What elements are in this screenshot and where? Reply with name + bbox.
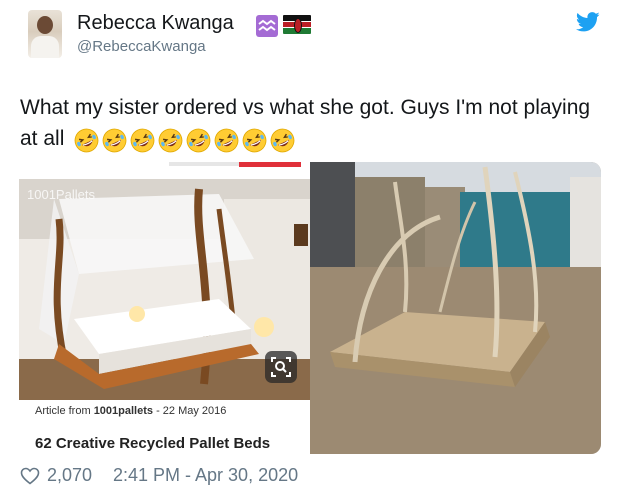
rofl-emoji-icon [74, 128, 99, 153]
like-count[interactable]: 2,070 [47, 465, 92, 486]
received-bed-photo[interactable] [310, 162, 601, 454]
aquarius-icon [256, 15, 278, 37]
tweet-media: 1001Pallets Article from 1001pallets - 2… [19, 162, 601, 458]
article-source: 1001pallets [93, 405, 154, 417]
article-source-line: Article from 1001pallets - 22 May 2016 [35, 405, 226, 417]
rofl-emoji-icon [214, 128, 239, 153]
kenya-flag-icon [283, 15, 311, 34]
tweet-header: Rebecca Kwanga @RebeccaKwanga [0, 0, 618, 80]
rofl-emoji-icon [102, 128, 127, 153]
rofl-emoji-icon [270, 128, 295, 153]
visual-search-button[interactable] [265, 351, 297, 383]
article-title[interactable]: 62 Creative Recycled Pallet Beds [35, 435, 270, 452]
heart-icon[interactable] [20, 467, 40, 485]
rofl-emoji-icon [158, 128, 183, 153]
tweet-timestamp[interactable]: 2:41 PM - Apr 30, 2020 [113, 465, 298, 486]
author-handle[interactable]: @RebeccaKwanga [77, 38, 206, 55]
twitter-bird-icon[interactable] [576, 12, 600, 32]
tweet-text: What my sister ordered vs what she got. … [20, 92, 610, 155]
emoji-row [74, 124, 298, 155]
pallets-watermark: 1001Pallets [27, 187, 95, 202]
author-display-name[interactable]: Rebecca Kwanga [77, 12, 234, 35]
rofl-emoji-icon [242, 128, 267, 153]
lens-icon [271, 357, 291, 377]
article-date: - 22 May 2016 [156, 405, 227, 417]
rofl-emoji-icon [186, 128, 211, 153]
article-prefix: Article from [35, 405, 91, 417]
article-card[interactable]: 1001Pallets Article from 1001pallets - 2… [19, 162, 311, 458]
author-avatar[interactable] [28, 10, 62, 58]
rofl-emoji-icon [130, 128, 155, 153]
